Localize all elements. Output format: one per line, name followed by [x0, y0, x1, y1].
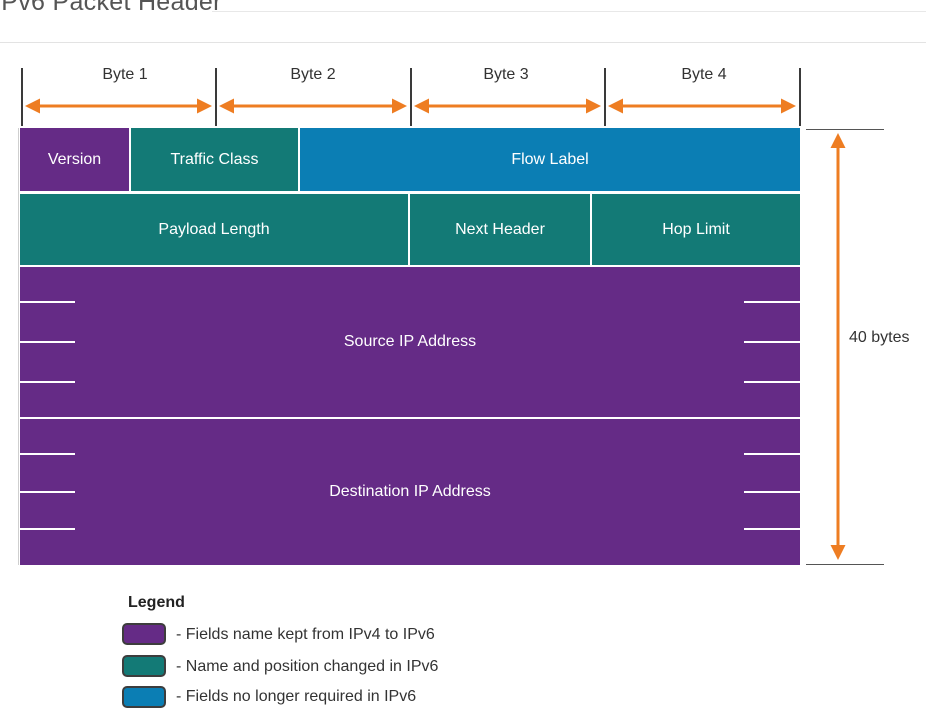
- field-label: Version: [47, 150, 102, 168]
- frame-line: [18, 128, 19, 565]
- legend-swatch-changed: [122, 655, 166, 677]
- field-label: Payload Length: [158, 220, 270, 238]
- field-label: Source IP Address: [343, 333, 477, 350]
- field-source-address: Source IP Address: [20, 267, 800, 417]
- row-divider: [20, 453, 75, 455]
- field-destination-address: Destination IP Address: [20, 419, 800, 565]
- row-divider: [744, 341, 800, 343]
- legend-text-kept: - Fields name kept from IPv4 to IPv6: [176, 626, 435, 643]
- legend-text-changed: - Name and position changed in IPv6: [176, 658, 439, 675]
- row-divider: [20, 528, 75, 530]
- row-divider: [20, 341, 75, 343]
- field-label: Next Header: [455, 220, 545, 238]
- legend-swatch-kept: [122, 623, 166, 645]
- row-divider: [744, 491, 800, 493]
- legend-title: Legend: [128, 594, 185, 611]
- field-label: Destination IP Address: [329, 483, 491, 500]
- row-divider: [744, 381, 800, 383]
- row-divider: [744, 528, 800, 530]
- row-divider: [20, 301, 75, 303]
- header-size-label: 40 bytes: [849, 329, 910, 346]
- legend-text-removed: - Fields no longer required in IPv6: [176, 688, 417, 705]
- row-divider: [744, 453, 800, 455]
- size-guide-top: [806, 129, 884, 130]
- legend-swatch-removed: [122, 686, 166, 708]
- field-label: Flow Label: [511, 150, 589, 168]
- field-payload-length: Payload Length: [20, 194, 408, 265]
- size-guide-bottom: [806, 564, 884, 565]
- field-flow-label: Flow Label: [300, 128, 800, 191]
- field-next-header: Next Header: [410, 194, 590, 265]
- field-version: Version: [20, 128, 129, 191]
- field-traffic-class: Traffic Class: [131, 128, 298, 191]
- row-divider: [744, 301, 800, 303]
- field-label: Hop Limit: [662, 220, 730, 238]
- field-hop-limit: Hop Limit: [592, 194, 800, 265]
- row-divider: [20, 491, 75, 493]
- row-divider: [20, 381, 75, 383]
- field-label: Traffic Class: [170, 150, 259, 168]
